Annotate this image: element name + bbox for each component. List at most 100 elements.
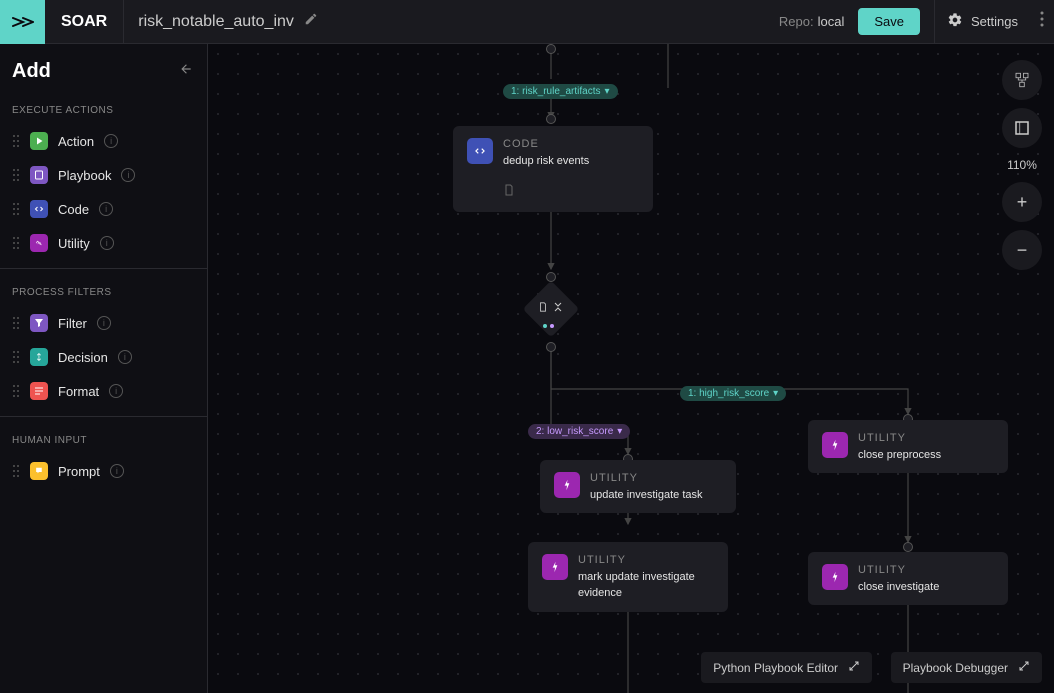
node-type: UTILITY: [578, 552, 714, 569]
palette-code[interactable]: Code i: [0, 192, 207, 226]
info-icon[interactable]: i: [110, 464, 124, 478]
code-icon: [467, 138, 493, 164]
node-type: CODE: [503, 136, 589, 153]
repo-value: local: [818, 14, 845, 29]
top-header: SOAR risk_notable_auto_inv Repo: local S…: [0, 0, 1054, 44]
palette-label: Decision: [58, 350, 108, 365]
palette-playbook[interactable]: Playbook i: [0, 158, 207, 192]
node-title: update investigate task: [590, 487, 703, 504]
edge-pill-high[interactable]: 1: high_risk_score▾: [680, 386, 786, 401]
palette-decision[interactable]: Decision i: [0, 340, 207, 374]
section-label-human: HUMAN INPUT: [0, 425, 207, 454]
chevron-down-icon: ▾: [617, 426, 622, 437]
chevron-down-icon: ▾: [773, 388, 778, 399]
python-editor-panel[interactable]: Python Playbook Editor: [701, 652, 872, 683]
section-label-execute: EXECUTE ACTIONS: [0, 95, 207, 124]
collapse-sidebar-icon[interactable]: [177, 62, 195, 81]
node-type: UTILITY: [858, 430, 941, 447]
node-decision[interactable]: [523, 281, 580, 338]
repo-label: Repo:: [779, 14, 814, 29]
node-close-investigate[interactable]: UTILITY close investigate: [808, 552, 1008, 605]
palette-utility[interactable]: Utility i: [0, 226, 207, 260]
zoom-out-button[interactable]: −: [1002, 230, 1042, 270]
node-close-preprocess[interactable]: UTILITY close preprocess: [808, 420, 1008, 473]
palette-prompt[interactable]: Prompt i: [0, 454, 207, 488]
drag-handle-icon: [12, 350, 20, 364]
palette-label: Format: [58, 384, 99, 399]
sidebar-title: Add: [12, 60, 51, 83]
auto-layout-button[interactable]: [1002, 60, 1042, 100]
settings-button[interactable]: Settings: [934, 0, 1030, 44]
canvas[interactable]: 1: risk_rule_artifacts▾ CODE dedup risk …: [208, 44, 1054, 693]
utility-icon: [554, 472, 580, 498]
expand-icon: [848, 660, 860, 675]
palette-filter[interactable]: Filter i: [0, 306, 207, 340]
edge-pill-low[interactable]: 2: low_risk_score▾: [528, 424, 630, 439]
action-icon: [30, 132, 48, 150]
info-icon[interactable]: i: [99, 202, 113, 216]
node-code-dedup[interactable]: CODE dedup risk events: [453, 126, 653, 212]
branch-icon: [552, 300, 564, 318]
palette-label: Playbook: [58, 168, 111, 183]
palette-label: Filter: [58, 316, 87, 331]
utility-icon: [542, 554, 568, 580]
info-icon[interactable]: i: [121, 168, 135, 182]
zoom-percent: 110%: [1007, 158, 1037, 172]
document-icon: [538, 300, 548, 318]
save-button[interactable]: Save: [858, 8, 920, 35]
drag-handle-icon: [12, 464, 20, 478]
palette-label: Action: [58, 134, 94, 149]
playbook-name-field[interactable]: risk_notable_auto_inv: [124, 12, 332, 31]
drag-handle-icon: [12, 236, 20, 250]
info-icon[interactable]: i: [100, 236, 114, 250]
settings-label: Settings: [971, 14, 1018, 29]
chevron-down-icon: ▾: [604, 86, 609, 97]
prompt-icon: [30, 462, 48, 480]
section-label-filters: PROCESS FILTERS: [0, 277, 207, 306]
drag-handle-icon: [12, 168, 20, 182]
info-icon[interactable]: i: [97, 316, 111, 330]
palette-action[interactable]: Action i: [0, 124, 207, 158]
node-title: dedup risk events: [503, 153, 589, 170]
utility-icon: [30, 234, 48, 252]
edit-icon[interactable]: [304, 12, 318, 31]
filter-icon: [30, 314, 48, 332]
zoom-in-button[interactable]: +: [1002, 182, 1042, 222]
playbook-name-text: risk_notable_auto_inv: [138, 13, 294, 31]
document-icon: [503, 183, 515, 202]
app-name: SOAR: [45, 0, 124, 44]
debugger-panel[interactable]: Playbook Debugger: [891, 652, 1042, 683]
node-title: close investigate: [858, 579, 939, 596]
edge-pill-risk-rule[interactable]: 1: risk_rule_artifacts▾: [503, 84, 618, 99]
format-icon: [30, 382, 48, 400]
drag-handle-icon: [12, 202, 20, 216]
sidebar: Add EXECUTE ACTIONS Action i Playbook i …: [0, 44, 208, 693]
palette-label: Utility: [58, 236, 90, 251]
node-type: UTILITY: [590, 470, 703, 487]
playbook-icon: [30, 166, 48, 184]
panel-label: Playbook Debugger: [903, 661, 1008, 675]
logo-icon[interactable]: [0, 0, 45, 44]
info-icon[interactable]: i: [104, 134, 118, 148]
fit-view-button[interactable]: [1002, 108, 1042, 148]
overflow-menu-icon[interactable]: [1030, 11, 1054, 32]
node-mark-update[interactable]: UTILITY mark update investigate evidence: [528, 542, 728, 612]
decision-icon: [30, 348, 48, 366]
node-title: close preprocess: [858, 447, 941, 464]
info-icon[interactable]: i: [118, 350, 132, 364]
utility-icon: [822, 432, 848, 458]
palette-format[interactable]: Format i: [0, 374, 207, 408]
drag-handle-icon: [12, 316, 20, 330]
node-title: mark update investigate evidence: [578, 569, 714, 602]
drag-handle-icon: [12, 134, 20, 148]
utility-icon: [822, 564, 848, 590]
palette-label: Code: [58, 202, 89, 217]
panel-label: Python Playbook Editor: [713, 661, 838, 675]
gear-icon: [947, 12, 963, 31]
code-icon: [30, 200, 48, 218]
palette-label: Prompt: [58, 464, 100, 479]
node-update-task[interactable]: UTILITY update investigate task: [540, 460, 736, 513]
drag-handle-icon: [12, 384, 20, 398]
node-type: UTILITY: [858, 562, 939, 579]
info-icon[interactable]: i: [109, 384, 123, 398]
